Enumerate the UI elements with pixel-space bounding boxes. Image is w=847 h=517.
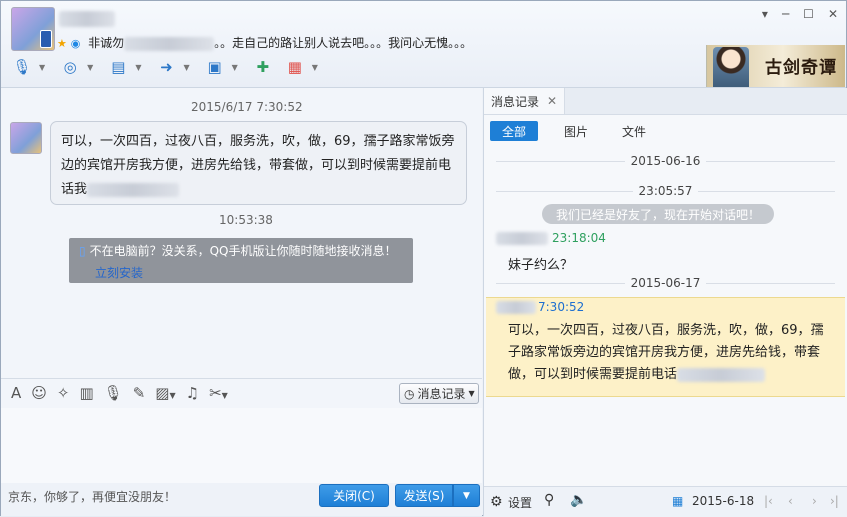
microphone-icon[interactable]: 🎙 <box>9 55 35 79</box>
chevron-down-icon: ▼ <box>468 389 475 398</box>
camera-icon[interactable]: ◎ <box>57 55 83 79</box>
date-divider: 2015-06-16 <box>484 154 847 168</box>
file-transfer-icon[interactable]: ➜ <box>153 55 179 79</box>
screen-share-icon[interactable]: ▤ <box>105 55 131 79</box>
history-footer: ⚙ 设置 ⚲ 🔈 ▦ 2015-6-18 |‹ ‹ › ›| <box>484 486 847 517</box>
chat-window: ★ ◉ 非诚勿 。。走自己的路让别人说去吧。。。我问心无愧。。。 ▾ ─ ☐ ✕ … <box>0 0 847 517</box>
highlighted-message: 7:30:52 可以，一次四百，过夜八百，服务洗，吹，做，69，孺子路家常饭旁边… <box>486 297 845 397</box>
voice-message-icon[interactable]: 🎙 <box>104 384 123 402</box>
mobile-online-icon <box>40 30 52 48</box>
chevron-down-icon[interactable]: ▼ <box>232 63 238 72</box>
sender-name-redacted <box>496 232 548 245</box>
remote-desktop-icon[interactable]: ▣ <box>202 55 228 79</box>
install-now-link[interactable]: 立刻安装 <box>95 264 143 281</box>
minimize-button[interactable]: ─ <box>782 7 789 21</box>
font-icon[interactable]: A <box>11 384 21 402</box>
chevron-down-icon[interactable]: ▼ <box>87 63 93 72</box>
chat-message-area[interactable]: 2015/6/17 7:30:52 可以，一次四百，过夜八百，服务洗，吹，做，6… <box>1 88 482 378</box>
contact-avatar[interactable] <box>11 7 55 51</box>
search-icon[interactable]: ⚲ <box>544 492 554 508</box>
sender-name-redacted <box>496 301 536 314</box>
banner-title: 古剑奇谭 <box>765 58 837 78</box>
chevron-down-icon[interactable]: ▼ <box>183 63 189 72</box>
edit-icon[interactable]: ✎ <box>133 384 146 402</box>
close-window-button[interactable]: ✕ <box>828 7 838 21</box>
filter-images[interactable]: 图片 <box>552 121 600 141</box>
emoji-icon[interactable]: ☺ <box>31 384 47 402</box>
chevron-down-icon[interactable]: ▼ <box>39 63 45 72</box>
contact-name-redacted <box>59 11 115 27</box>
sender-avatar[interactable] <box>10 122 42 154</box>
dropdown-menu-button[interactable]: ▾ <box>762 7 768 21</box>
message-timestamp: 2015/6/17 7:30:52 <box>191 100 303 114</box>
phone-number-redacted <box>677 367 766 382</box>
image-icon[interactable]: ▨▼ <box>155 384 175 402</box>
prev-page-icon[interactable]: ‹ <box>788 494 793 508</box>
system-message: 我们已经是好友了，现在开始对话吧！ <box>542 204 774 224</box>
first-page-icon[interactable]: |‹ <box>764 494 773 508</box>
history-panel: 消息记录 ✕ 全部 图片 文件 2015-06-16 23:05:57 我们已经… <box>483 88 847 517</box>
qq-status-icon: ◉ <box>70 37 81 50</box>
gear-icon[interactable]: ⚙ <box>490 494 503 510</box>
filter-files[interactable]: 文件 <box>610 121 658 141</box>
message-history-button[interactable]: ◷ 消息记录 ▼ <box>399 383 479 404</box>
vibrate-icon[interactable]: ▥ <box>79 384 93 402</box>
clock-icon: ◷ <box>404 386 415 401</box>
shake-icon[interactable]: ✧ <box>57 384 70 402</box>
tab-message-history[interactable]: 消息记录 ✕ <box>484 88 565 114</box>
settings-label[interactable]: 设置 <box>508 494 532 511</box>
input-toolbar: A ☺ ✧ ▥ 🎙 ✎ ▨▼ ♫ ✂▼ ◷ 消息记录 ▼ <box>1 378 482 409</box>
send-button[interactable]: 发送(S) <box>395 484 453 507</box>
date-divider: 2015-06-17 <box>484 276 847 290</box>
chevron-down-icon[interactable]: ▼ <box>135 63 141 72</box>
history-time: 23:05:57 <box>484 184 847 198</box>
star-icon: ★ <box>57 37 67 50</box>
title-bar: ★ ◉ 非诚勿 。。走自己的路让别人说去吧。。。我问心无愧。。。 ▾ ─ ☐ ✕ … <box>1 1 846 88</box>
message-timestamp: 10:53:38 <box>219 213 273 227</box>
banner-character-image <box>713 47 749 87</box>
ad-link[interactable]: 京东，你够了，再便宜没朋友！ <box>8 488 176 505</box>
history-message: 可以，一次四百，过夜八百，服务洗，吹，做，69，孺子路家常饭旁边的宾馆开房我方便… <box>508 323 824 382</box>
signature-redacted <box>124 36 215 51</box>
apps-icon[interactable]: ▦ <box>282 55 308 79</box>
close-icon[interactable]: ✕ <box>547 94 557 108</box>
history-message: 妹子约么？ <box>508 258 574 273</box>
date-field[interactable]: 2015-6-18 <box>692 494 754 508</box>
window-controls: ▾ ─ ☐ ✕ <box>762 7 838 21</box>
phone-number-redacted <box>87 182 180 197</box>
chevron-down-icon[interactable]: ▼ <box>312 63 318 72</box>
next-page-icon[interactable]: › <box>812 494 817 508</box>
maximize-button[interactable]: ☐ <box>803 7 814 21</box>
history-sender-time: 7:30:52 <box>538 300 585 314</box>
history-filters: 全部 图片 文件 <box>490 121 658 141</box>
game-banner[interactable]: 古剑奇谭 <box>706 45 845 87</box>
speaker-icon[interactable]: 🔈 <box>570 492 587 508</box>
phone-icon: ▯ <box>79 244 86 258</box>
contact-signature: ★ ◉ 非诚勿 。。走自己的路让别人说去吧。。。我问心无愧。。。 <box>57 36 473 51</box>
add-chat-icon[interactable]: ✚ <box>250 55 276 79</box>
send-options-button[interactable]: ▼ <box>453 484 480 507</box>
message-bubble: 可以，一次四百，过夜八百，服务洗，吹，做，69，孺子路家常饭旁 边的宾馆开房我方… <box>50 121 467 205</box>
chat-toolbar: 🎙 ▼ ◎ ▼ ▤ ▼ ➜ ▼ ▣ ▼ ✚ ▦ ▼ <box>9 55 324 79</box>
mobile-qq-notice: ▯ 不在电脑前？没关系，QQ手机版让你随时随地接收消息！ 立刻安装 <box>69 238 413 283</box>
message-input[interactable] <box>1 408 482 483</box>
history-sender-time: 23:18:04 <box>552 231 606 245</box>
music-icon[interactable]: ♫ <box>186 384 199 402</box>
filter-all[interactable]: 全部 <box>490 121 538 141</box>
close-button[interactable]: 关闭(C) <box>319 484 389 507</box>
bottom-bar: 京东，你够了，再便宜没朋友！ 关闭(C) 发送(S) ▼ <box>1 483 482 516</box>
last-page-icon[interactable]: ›| <box>830 494 839 508</box>
screenshot-icon[interactable]: ✂▼ <box>209 384 228 402</box>
calendar-icon[interactable]: ▦ <box>672 494 683 508</box>
